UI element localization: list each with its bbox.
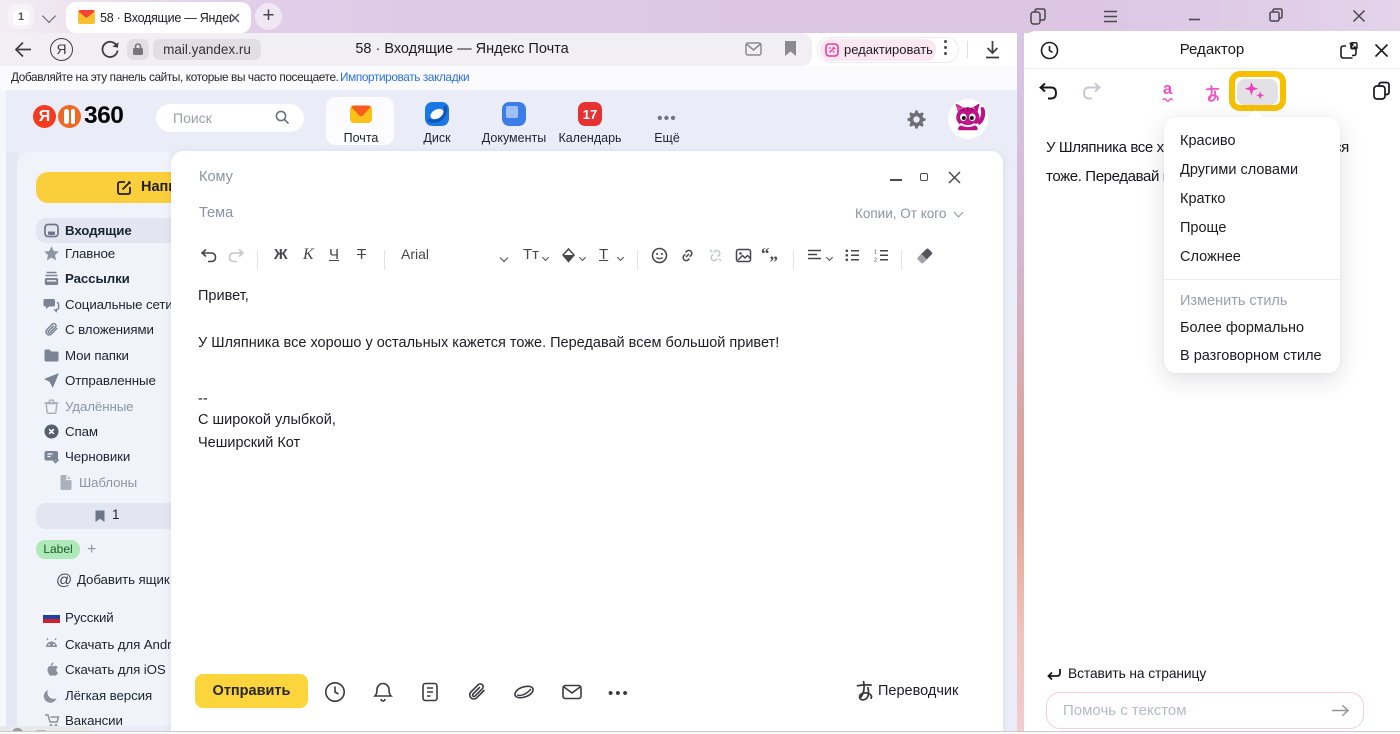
- svg-text:2: 2: [874, 258, 877, 263]
- svg-text:17: 17: [583, 107, 597, 122]
- svg-text:1: 1: [874, 250, 877, 256]
